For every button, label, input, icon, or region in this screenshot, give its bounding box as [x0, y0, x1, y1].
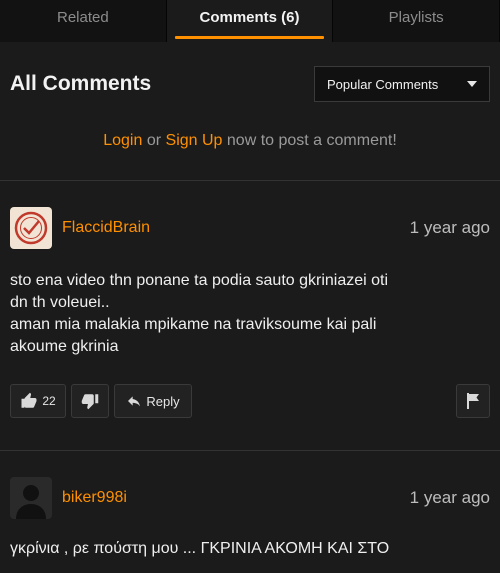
comment-username[interactable]: biker998i — [62, 489, 410, 507]
page-title: All Comments — [10, 72, 152, 95]
comment-item: FlaccidBrain 1 year ago sto ena video th… — [10, 206, 490, 420]
login-rest-text: now to post a comment! — [226, 132, 397, 149]
reply-arrow-icon — [128, 396, 141, 407]
thumbs-up-icon — [21, 392, 37, 408]
flag-icon — [467, 393, 479, 409]
comment-line: aman mia malakia mpikame na traviksoume … — [10, 316, 377, 333]
comment-line: dn th voleuei.. — [10, 294, 110, 311]
default-user-icon — [10, 477, 52, 519]
tab-comments-label: Comments (6) — [199, 8, 300, 26]
avatar[interactable] — [10, 207, 52, 249]
sort-dropdown[interactable]: Popular Comments — [314, 66, 490, 102]
avatar-seal-icon — [10, 207, 52, 249]
comment-text: sto ena video thn ponane ta podia sauto … — [10, 270, 490, 358]
comment-line: akoume gkrinia — [10, 338, 119, 355]
comment-header: FlaccidBrain 1 year ago — [10, 206, 490, 250]
login-prompt: Login or Sign Up now to post a comment! — [0, 132, 500, 150]
comment-header: biker998i 1 year ago — [10, 476, 490, 520]
tab-comments[interactable]: Comments (6) — [166, 0, 334, 42]
divider — [0, 450, 500, 451]
tab-related-label: Related — [56, 8, 109, 26]
tab-playlists[interactable]: Playlists — [333, 0, 500, 42]
active-tab-indicator — [174, 36, 325, 39]
divider — [0, 180, 500, 181]
tab-playlists-label: Playlists — [388, 8, 444, 26]
comment-line: γκρίνια , ρε πούστη μου ... ΓΚΡΙΝΙΑ ΑΚΟΜ… — [10, 540, 390, 557]
comment-actions: 22 Reply — [10, 382, 490, 420]
reply-button[interactable]: Reply — [114, 384, 192, 418]
login-link[interactable]: Login — [103, 132, 142, 149]
thumbs-down-icon — [81, 394, 99, 410]
like-count: 22 — [42, 394, 56, 408]
like-button[interactable]: 22 — [10, 384, 66, 418]
dislike-button[interactable] — [71, 384, 109, 418]
comment-line: sto ena video thn ponane ta podia sauto … — [10, 272, 389, 289]
caret-down-icon — [467, 81, 477, 87]
signup-link[interactable]: Sign Up — [166, 132, 223, 149]
tab-related[interactable]: Related — [0, 0, 167, 42]
comment-item: biker998i 1 year ago γκρίνια , ρε πούστη… — [10, 476, 490, 560]
tab-bar: Related Comments (6) Playlists — [0, 0, 500, 42]
reply-label: Reply — [146, 393, 180, 409]
login-or-text: or — [146, 132, 162, 149]
avatar[interactable] — [10, 477, 52, 519]
comment-username[interactable]: FlaccidBrain — [62, 219, 410, 237]
sort-dropdown-label: Popular Comments — [327, 76, 439, 92]
comment-text: γκρίνια , ρε πούστη μου ... ΓΚΡΙΝΙΑ ΑΚΟΜ… — [10, 538, 490, 560]
comments-header: All Comments Popular Comments — [10, 64, 490, 104]
flag-button[interactable] — [456, 384, 490, 418]
comment-timestamp: 1 year ago — [409, 488, 490, 507]
comment-timestamp: 1 year ago — [409, 218, 490, 237]
